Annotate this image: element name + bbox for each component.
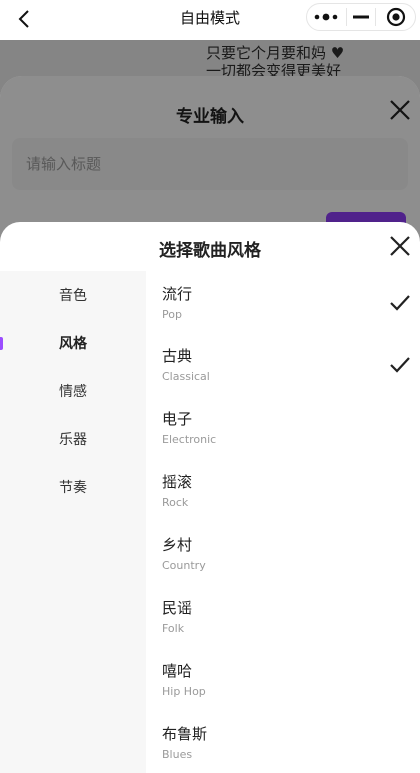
minimize-button[interactable] <box>347 4 376 30</box>
category-item[interactable]: 音色 <box>0 271 146 319</box>
target-circle-icon <box>386 7 405 27</box>
style-option[interactable]: 布鲁斯 Blues <box>146 711 420 773</box>
option-subtitle: Blues <box>162 748 193 761</box>
check-icon <box>390 357 410 373</box>
style-select-sheet: 选择歌曲风格 音色 风格 情感 乐器 节奏 流行 Pop 古典 Classica… <box>0 222 420 773</box>
option-name: 嘻哈 <box>162 662 193 680</box>
category-item[interactable]: 节奏 <box>0 463 146 511</box>
category-item[interactable]: 情感 <box>0 367 146 415</box>
mini-program-capsule <box>306 3 416 31</box>
capsule-close-button[interactable] <box>376 4 415 30</box>
style-option[interactable]: 嘻哈 Hip Hop <box>146 648 420 710</box>
option-name: 摇滚 <box>162 473 193 491</box>
style-option[interactable]: 流行 Pop <box>146 271 420 333</box>
option-name: 电子 <box>162 410 193 428</box>
more-button[interactable] <box>307 4 346 30</box>
category-label: 风格 <box>59 336 87 352</box>
close-icon <box>390 236 410 256</box>
active-indicator <box>0 337 3 350</box>
more-dots-icon <box>314 13 338 21</box>
category-label: 音色 <box>59 288 87 304</box>
option-name: 民谣 <box>162 599 193 617</box>
category-rail: 音色 风格 情感 乐器 节奏 <box>0 271 146 773</box>
category-label: 乐器 <box>59 432 87 448</box>
option-name: 古典 <box>162 347 193 365</box>
style-option-list: 流行 Pop 古典 Classical 电子 Electronic 摇滚 Roc… <box>146 271 420 773</box>
option-subtitle: Pop <box>162 308 182 321</box>
sheet-title: 选择歌曲风格 <box>159 241 261 261</box>
style-option[interactable]: 乡村 Country <box>146 522 420 584</box>
top-navbar: 自由模式 <box>0 0 420 40</box>
option-name: 流行 <box>162 285 193 303</box>
style-option[interactable]: 古典 Classical <box>146 333 420 395</box>
style-option[interactable]: 摇滚 Rock <box>146 459 420 521</box>
category-item-active[interactable]: 风格 <box>0 319 146 367</box>
option-subtitle: Country <box>162 559 206 572</box>
option-name: 布鲁斯 <box>162 725 208 743</box>
option-subtitle: Electronic <box>162 433 217 446</box>
sheet-close-button[interactable] <box>386 232 414 260</box>
option-subtitle: Rock <box>162 496 189 509</box>
minimize-icon <box>353 15 369 19</box>
option-subtitle: Hip Hop <box>162 685 206 698</box>
option-name: 乡村 <box>162 536 193 554</box>
style-option[interactable]: 民谣 Folk <box>146 585 420 647</box>
category-label: 节奏 <box>59 480 87 496</box>
category-label: 情感 <box>59 384 87 400</box>
style-option[interactable]: 电子 Electronic <box>146 396 420 458</box>
category-item[interactable]: 乐器 <box>0 415 146 463</box>
option-subtitle: Folk <box>162 622 185 635</box>
check-icon <box>390 295 410 311</box>
option-subtitle: Classical <box>162 370 210 383</box>
